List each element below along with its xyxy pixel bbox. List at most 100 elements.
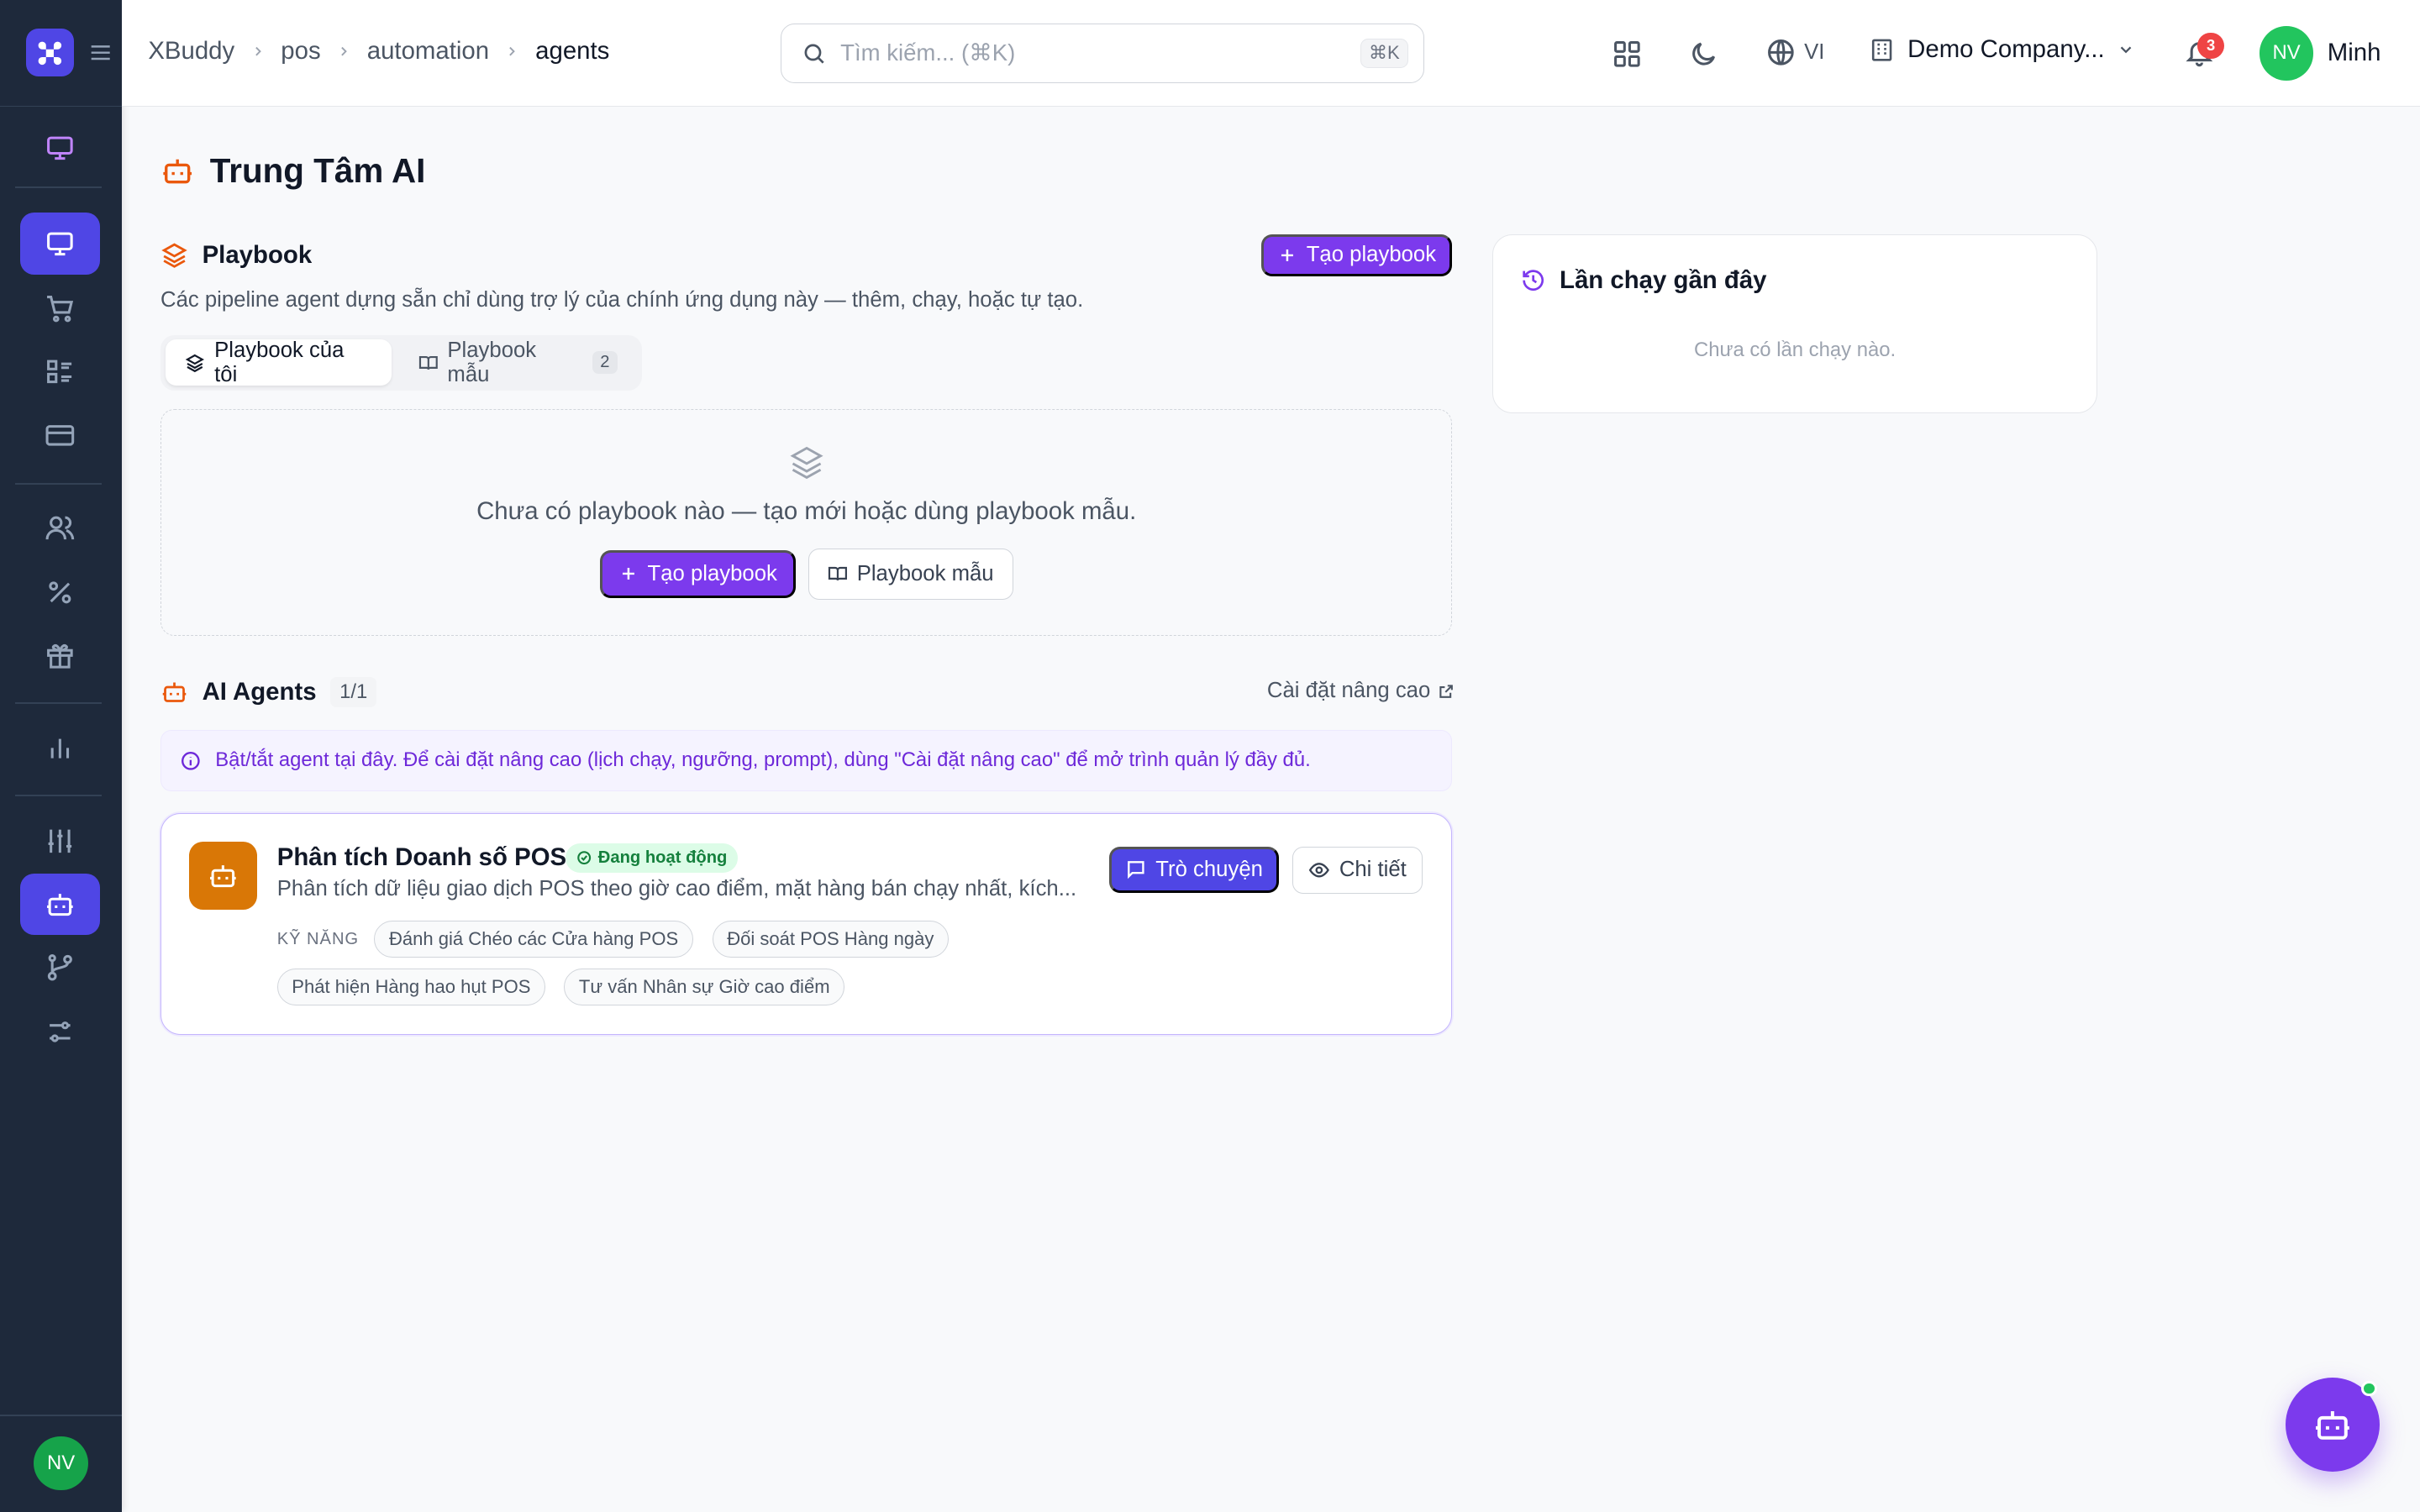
- empty-state-text: Chưa có playbook nào — tạo mới hoặc dùng…: [476, 497, 1137, 526]
- notification-badge: 3: [2197, 32, 2224, 59]
- sidebar-divider: [0, 1415, 123, 1417]
- sidebar-divider: [15, 482, 103, 485]
- moon-icon[interactable]: [1687, 37, 1721, 71]
- topbar: XBuddy pos automation agents Tìm kiếm...…: [122, 0, 2420, 107]
- breadcrumb-item[interactable]: automation: [367, 37, 489, 66]
- tab-template-playbooks[interactable]: Playbook mẫu 2: [398, 339, 638, 386]
- agents-info-banner: Bật/tắt agent tại đây. Để cài đặt nâng c…: [160, 729, 1453, 792]
- chevron-right-icon: [255, 46, 261, 56]
- agents-heading-text: AI Agents: [202, 677, 317, 706]
- building-icon: [1872, 39, 1892, 61]
- globe-icon: [1768, 39, 1794, 66]
- sidebar-item-rewards[interactable]: [20, 625, 101, 686]
- create-playbook-button[interactable]: Tạo playbook: [1260, 234, 1453, 276]
- playbook-heading-text: Playbook: [202, 240, 313, 269]
- bot-icon: [210, 865, 236, 888]
- agent-description: Phân tích dữ liệu giao dịch POS theo giờ…: [276, 877, 1077, 901]
- list-icon: [47, 360, 72, 384]
- sidebar-item-pos[interactable]: [19, 213, 101, 275]
- bot-icon: [47, 894, 73, 916]
- sidebar-item-dashboard[interactable]: [20, 118, 101, 179]
- sidebar-item-automation[interactable]: [20, 937, 101, 998]
- search-placeholder: Tìm kiếm... (⌘K): [840, 39, 1016, 66]
- sidebar-item-settings[interactable]: [20, 810, 101, 871]
- tab-label: Playbook của tôi: [214, 338, 345, 386]
- layers-icon: [186, 354, 205, 372]
- user-avatar[interactable]: NV: [2259, 26, 2314, 81]
- playbook-tabs: Playbook của tôi Playbook mẫu 2: [160, 334, 643, 391]
- sidebar-item-preferences[interactable]: [20, 1001, 101, 1063]
- chevron-down-icon: [2121, 46, 2132, 54]
- history-icon: [1523, 270, 1544, 291]
- tab-label: Playbook mẫu: [447, 338, 537, 386]
- language-label: VI: [1804, 39, 1825, 64]
- cart-icon: [47, 296, 74, 323]
- gift-icon: [47, 644, 73, 669]
- info-icon: [182, 751, 200, 770]
- page-title: Trung Tâm AI: [160, 151, 425, 191]
- user-name[interactable]: Minh: [2328, 39, 2381, 67]
- search-input[interactable]: Tìm kiếm... (⌘K) ⌘K: [781, 23, 1425, 84]
- percent-icon: [49, 581, 71, 604]
- logo-icon: [38, 41, 62, 65]
- company-name: Demo Company...: [1907, 35, 2105, 64]
- git-branch-icon: [48, 954, 73, 981]
- sidebar-item-catalog[interactable]: [20, 341, 101, 402]
- detail-button[interactable]: Chi tiết: [1292, 846, 1423, 895]
- recent-runs-title-text: Lần chạy gần đây: [1560, 265, 1767, 294]
- empty-template-button[interactable]: Playbook mẫu: [808, 549, 1013, 600]
- sidebar-item-ai-agents[interactable]: [19, 873, 101, 936]
- book-open-icon: [828, 567, 847, 581]
- agents-heading: AI Agents 1/1: [160, 677, 377, 707]
- agent-name: Phân tích Doanh số POS: [276, 843, 567, 871]
- tab-my-playbooks[interactable]: Playbook của tôi: [165, 338, 392, 386]
- info-text: Bật/tắt agent tại đây. Để cài đặt nâng c…: [215, 748, 1311, 772]
- chevron-right-icon: [341, 46, 347, 56]
- empty-template-label: Playbook mẫu: [856, 561, 994, 585]
- breadcrumb-current: agents: [535, 37, 610, 66]
- sidebar: NV: [0, 0, 123, 1512]
- detail-button-label: Chi tiết: [1339, 858, 1407, 882]
- check-circle-icon: [577, 851, 592, 865]
- chat-button[interactable]: Trò chuyện: [1108, 846, 1279, 893]
- breadcrumb-item[interactable]: XBuddy: [148, 37, 234, 66]
- language-switcher[interactable]: VI: [1765, 37, 1824, 68]
- company-switcher[interactable]: Demo Company...: [1869, 35, 2135, 64]
- recent-runs-title: Lần chạy gần đây: [1521, 265, 1767, 295]
- sidebar-divider: [15, 794, 103, 796]
- sidebar-avatar[interactable]: NV: [34, 1436, 88, 1491]
- sidebar-item-orders[interactable]: [20, 278, 101, 339]
- skill-chip: Đánh giá Chéo các Cửa hàng POS: [374, 920, 693, 958]
- sidebar-item-promotions[interactable]: [20, 562, 101, 623]
- layers-icon: [161, 243, 187, 268]
- eye-icon: [1308, 863, 1330, 878]
- sliders-icon: [48, 829, 72, 853]
- plus-icon: [1281, 249, 1293, 261]
- playbook-description: Các pipeline agent dựng sẵn chỉ dùng trợ…: [160, 288, 1084, 312]
- tab-count-badge: 2: [592, 351, 618, 374]
- bar-chart-icon: [50, 739, 70, 759]
- sidebar-item-payments[interactable]: [20, 404, 101, 465]
- book-open-icon: [418, 355, 438, 370]
- external-link-icon: [1439, 684, 1454, 698]
- online-indicator: [2361, 1380, 2377, 1397]
- breadcrumb: XBuddy pos automation agents: [148, 37, 609, 66]
- sidebar-divider: [15, 701, 103, 704]
- agent-card: Phân tích Doanh số POS Đang hoạt động Ph…: [160, 812, 1453, 1036]
- empty-create-label: Tạo playbook: [647, 561, 777, 585]
- message-icon: [1127, 861, 1144, 879]
- playbook-empty-state: Chưa có playbook nào — tạo mới hoặc dùng…: [160, 408, 1453, 636]
- app-logo[interactable]: [26, 29, 75, 77]
- recent-runs-empty: Chưa có lần chạy nào.: [1694, 339, 1897, 362]
- sidebar-item-customers[interactable]: [20, 496, 101, 558]
- search-icon: [804, 44, 824, 64]
- chat-button-label: Trò chuyện: [1155, 857, 1263, 881]
- bot-icon: [163, 160, 192, 184]
- advanced-settings-link[interactable]: Cài đặt nâng cao: [1267, 679, 1455, 703]
- sidebar-header: [0, 0, 123, 107]
- empty-create-playbook-button[interactable]: Tạo playbook: [599, 549, 796, 598]
- menu-icon[interactable]: [87, 39, 114, 66]
- breadcrumb-item[interactable]: pos: [281, 37, 320, 66]
- apps-grid-icon[interactable]: [1610, 37, 1644, 71]
- sidebar-item-reports[interactable]: [20, 717, 101, 779]
